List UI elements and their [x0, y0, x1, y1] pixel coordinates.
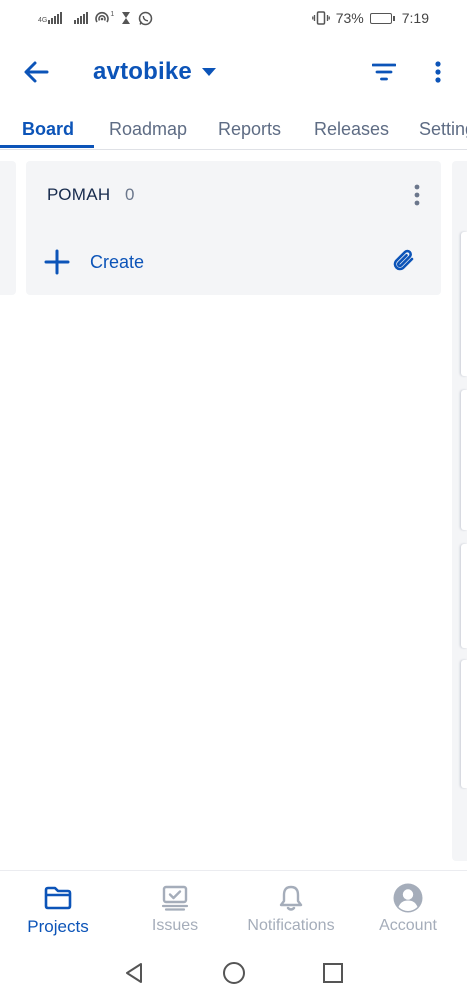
tab-board[interactable]: Board	[22, 108, 74, 149]
more-vertical-icon	[414, 184, 420, 206]
system-home-button[interactable]	[221, 960, 247, 986]
hourglass-icon	[122, 12, 131, 24]
bottom-navigation: Projects Issues Notifications Account	[0, 870, 467, 946]
paperclip-icon	[393, 249, 414, 271]
status-right: 73% 7:19	[311, 10, 429, 26]
tab-settings[interactable]: Settings	[419, 108, 467, 149]
filter-button[interactable]	[368, 56, 400, 88]
system-recents-button[interactable]	[320, 960, 346, 986]
tab-reports[interactable]: Reports	[218, 108, 281, 149]
nav-label: Account	[379, 917, 437, 934]
system-back-button[interactable]	[121, 960, 147, 986]
nav-label: Notifications	[247, 917, 335, 934]
nav-label: Issues	[151, 917, 199, 934]
status-left: 4G 1	[38, 11, 153, 26]
hotspot-indicator: 1	[94, 11, 114, 25]
next-column-card-edge[interactable]	[461, 390, 467, 530]
previous-column-edge[interactable]	[0, 161, 16, 295]
clock: 7:19	[401, 10, 429, 26]
attach-button[interactable]	[388, 245, 420, 277]
nav-account-icon-wrap	[392, 883, 424, 913]
back-button[interactable]	[20, 56, 52, 88]
nav-notifications-icon-wrap	[278, 883, 304, 913]
nav-projects-icon-wrap	[44, 883, 72, 913]
triangle-back-icon	[126, 963, 142, 983]
whatsapp-icon	[139, 11, 153, 25]
signal-bars-icon	[48, 12, 63, 24]
system-navigation-bar	[0, 946, 467, 999]
project-switcher[interactable]: avtobike	[93, 52, 216, 92]
issues-icon	[161, 885, 189, 911]
more-vertical-icon	[435, 61, 441, 83]
signal-bars-2-icon	[74, 12, 89, 24]
hotspot-superscript: 1	[110, 11, 115, 18]
vibrate-icon	[311, 11, 330, 25]
more-options-button[interactable]	[424, 56, 452, 88]
next-column-card-edge[interactable]	[461, 232, 467, 376]
battery-icon	[369, 12, 395, 24]
nav-issues[interactable]: Issues	[126, 871, 224, 947]
create-issue-button[interactable]: Create	[44, 247, 144, 277]
plus-icon	[44, 249, 70, 275]
square-recents-icon	[323, 963, 343, 983]
circle-home-icon	[223, 962, 245, 984]
nav-issues-icon-wrap	[161, 883, 189, 913]
board-column: РОМАН 0 Create	[26, 161, 441, 295]
nav-notifications[interactable]: Notifications	[238, 871, 344, 947]
tab-releases[interactable]: Releases	[314, 108, 389, 149]
battery-percent: 73%	[335, 10, 364, 26]
column-title: РОМАН	[47, 185, 111, 204]
tab-bar: Board Roadmap Reports Releases Settings	[0, 108, 467, 150]
cellular-signal-1: 4G	[38, 12, 63, 24]
arrow-left-icon	[24, 61, 49, 83]
active-tab-indicator	[0, 145, 94, 148]
caret-down-icon	[201, 68, 216, 76]
status-bar: 4G 1 73% 7:19	[0, 0, 467, 36]
nav-label: Projects	[27, 917, 89, 936]
tab-roadmap[interactable]: Roadmap	[109, 108, 187, 149]
next-column-card-edge[interactable]	[461, 660, 467, 788]
next-column-card-edge[interactable]	[461, 544, 467, 648]
filter-icon	[372, 63, 396, 81]
app-header: avtobike	[0, 42, 467, 100]
project-title: avtobike	[93, 58, 192, 85]
create-label: Create	[90, 251, 145, 272]
nav-projects[interactable]: Projects	[10, 871, 106, 947]
account-icon	[393, 883, 423, 913]
column-issue-count: 0	[125, 185, 135, 204]
network-type-label: 4G	[38, 17, 48, 24]
nav-account[interactable]: Account	[364, 871, 452, 947]
folder-icon	[44, 886, 72, 910]
bell-icon	[279, 885, 303, 911]
column-more-button[interactable]	[406, 181, 428, 209]
hotspot-icon	[95, 11, 110, 23]
board[interactable]: РОМАН 0 Create	[0, 150, 467, 870]
